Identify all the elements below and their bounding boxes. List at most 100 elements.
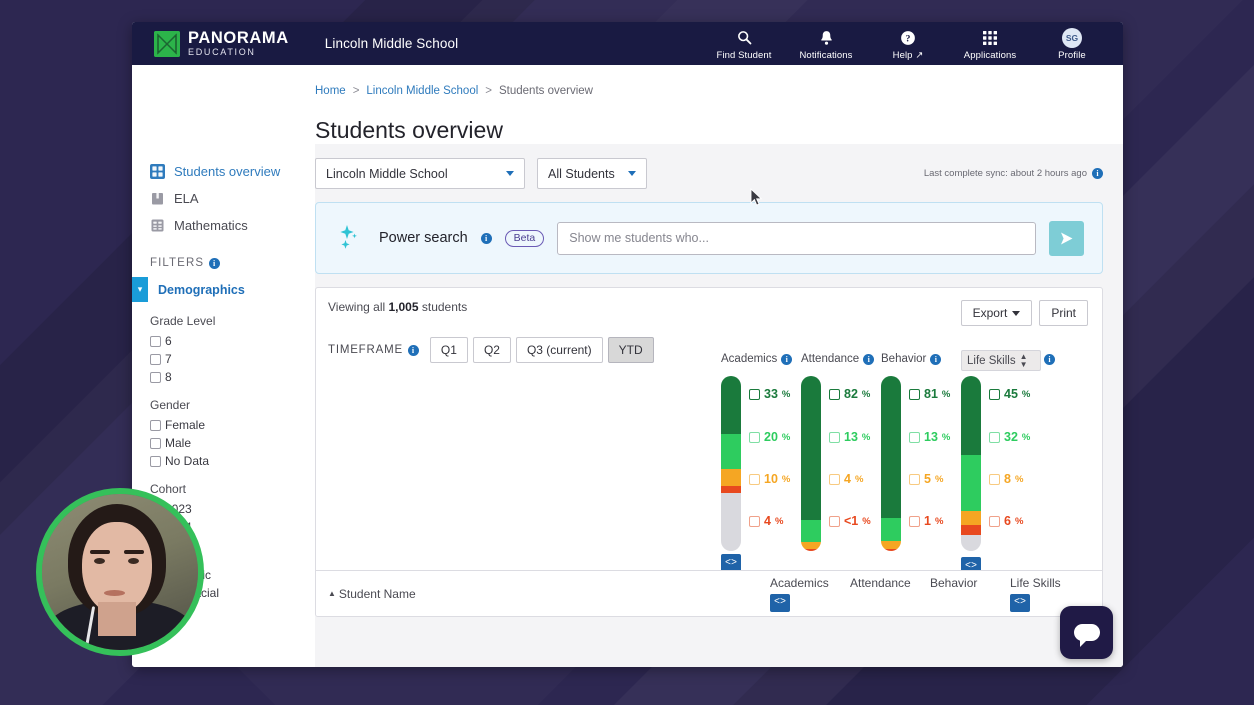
profile-button[interactable]: SG Profile <box>1031 26 1113 61</box>
timeframe-option-q3[interactable]: Q3 (current) <box>515 337 603 363</box>
checkbox[interactable] <box>749 388 760 400</box>
table-column-academics[interactable]: Academics <> <box>770 576 850 612</box>
filter-option-no-data[interactable]: No Data <box>150 452 315 470</box>
timeframe-option-q2[interactable]: Q2 <box>472 337 511 363</box>
logo-wordmark-primary: PANORAMA <box>188 29 289 48</box>
sidebar-item-students-overview[interactable]: Students overview <box>132 158 315 185</box>
demographics-section-toggle[interactable]: ▾ Demographics <box>132 277 315 302</box>
checkbox[interactable] <box>150 419 161 431</box>
info-icon[interactable]: i <box>407 344 419 356</box>
info-icon[interactable]: i <box>209 257 221 269</box>
filter-option-grade-6[interactable]: 6 <box>150 332 315 350</box>
checkbox[interactable] <box>829 515 840 527</box>
legend-row-watch[interactable]: 32 % <box>989 430 1030 444</box>
info-icon[interactable]: i <box>930 353 942 365</box>
checkbox[interactable] <box>989 388 1000 400</box>
legend-row-on-track[interactable]: 45 % <box>989 387 1030 401</box>
checkbox[interactable] <box>829 431 840 443</box>
power-search-input[interactable] <box>557 221 1036 255</box>
chat-widget-button[interactable] <box>1060 606 1113 659</box>
checkbox[interactable] <box>989 473 1000 485</box>
bar-segment-on-track <box>961 376 981 455</box>
sort-icon[interactable]: ▲ ▼ <box>1020 352 1028 369</box>
school-select[interactable]: Lincoln Middle School <box>315 158 525 189</box>
legend-row-watch[interactable]: 20 % <box>749 430 790 444</box>
checkbox[interactable] <box>150 353 161 365</box>
checkbox[interactable] <box>749 431 760 443</box>
filter-option-grade-7[interactable]: 7 <box>150 350 315 368</box>
legend-row-on-track[interactable]: 82 % <box>829 387 870 401</box>
stacked-bar-attendance[interactable] <box>801 376 821 551</box>
legend-row-at-risk[interactable]: 10 % <box>749 472 790 486</box>
stacked-bar-behavior[interactable] <box>881 376 901 551</box>
legend-row-at-risk[interactable]: 5 % <box>909 472 943 486</box>
legend-row-critical[interactable]: <1 % <box>829 514 871 528</box>
timeframe-option-q1[interactable]: Q1 <box>429 337 468 363</box>
sort-icon[interactable]: ▲ <box>328 589 336 598</box>
timeframe-option-ytd[interactable]: YTD <box>607 337 654 363</box>
table-column-behavior[interactable]: Behavior <box>930 576 1010 612</box>
metric-header-life-skills[interactable]: Life Skills ▲ ▼ <box>961 350 1041 371</box>
expand-icon-academics-table[interactable]: <> <box>770 593 790 612</box>
info-icon[interactable]: i <box>863 353 875 365</box>
checkbox[interactable] <box>150 455 161 467</box>
checkbox[interactable] <box>909 515 920 527</box>
expand-icon-life-skills-table[interactable]: <> <box>1010 593 1030 612</box>
bar-segment-no-data <box>721 493 741 551</box>
filter-option-grade-8[interactable]: 8 <box>150 368 315 386</box>
sidebar-item-ela-label: ELA <box>174 191 199 206</box>
legend-row-critical[interactable]: 6 % <box>989 514 1023 528</box>
info-icon[interactable]: i <box>480 232 492 244</box>
checkbox[interactable] <box>749 515 760 527</box>
checkbox[interactable] <box>749 473 760 485</box>
notifications-button[interactable]: Notifications <box>785 26 867 61</box>
stacked-bar-life-skills[interactable] <box>961 376 981 551</box>
filter-option-female[interactable]: Female <box>150 416 315 434</box>
legend-row-at-risk[interactable]: 8 % <box>989 472 1023 486</box>
power-search-send-button[interactable] <box>1049 220 1084 256</box>
info-icon[interactable]: i <box>781 353 793 365</box>
legend-row-watch[interactable]: 13 % <box>909 430 950 444</box>
breadcrumb-school[interactable]: Lincoln Middle School <box>366 85 478 97</box>
legend-row-watch[interactable]: 13 % <box>829 430 870 444</box>
help-button[interactable]: ? Help ↗ <box>867 26 949 61</box>
checkbox[interactable] <box>989 431 1000 443</box>
breadcrumb-home[interactable]: Home <box>315 85 346 97</box>
info-icon[interactable]: i <box>1044 354 1055 365</box>
checkbox[interactable] <box>829 388 840 400</box>
info-icon[interactable]: i <box>1092 168 1103 179</box>
top-navigation-bar: PANORAMA EDUCATION Lincoln Middle School… <box>132 22 1123 65</box>
students-select-value: All Students <box>548 166 615 181</box>
checkbox[interactable] <box>909 388 920 400</box>
legend-row-at-risk[interactable]: 4 % <box>829 472 863 486</box>
chevron-down-icon[interactable]: ▾ <box>132 277 148 302</box>
table-column-attendance[interactable]: Attendance <box>850 576 930 612</box>
students-select[interactable]: All Students <box>537 158 647 189</box>
sidebar-item-mathematics[interactable]: Mathematics <box>132 212 315 239</box>
checkbox[interactable] <box>150 371 161 383</box>
table-column-student-name[interactable]: ▲ Student Name <box>328 587 416 601</box>
checkbox[interactable] <box>829 473 840 485</box>
checkbox[interactable] <box>989 515 1000 527</box>
export-button[interactable]: Export <box>960 300 1033 326</box>
sidebar-item-ela[interactable]: ELA <box>132 185 315 212</box>
help-circle-icon: ? <box>867 28 949 47</box>
legend-row-on-track[interactable]: 81 % <box>909 387 950 401</box>
stacked-bar-academics[interactable] <box>721 376 741 551</box>
legend-row-critical[interactable]: 1 % <box>909 514 943 528</box>
find-student-button[interactable]: Find Student <box>703 26 785 61</box>
help-label: Help ↗ <box>892 50 924 61</box>
checkbox[interactable] <box>150 335 161 347</box>
print-button[interactable]: Print <box>1039 300 1088 326</box>
bar-segment-critical <box>961 524 981 536</box>
applications-button[interactable]: Applications <box>949 26 1031 61</box>
mouse-cursor <box>750 187 763 212</box>
legend-row-critical[interactable]: 4 % <box>749 514 783 528</box>
metric-columns: Academics i 33 % 20 % 10 % 4 % <> Attend… <box>711 350 1055 591</box>
checkbox[interactable] <box>909 473 920 485</box>
checkbox[interactable] <box>150 437 161 449</box>
filter-option-male[interactable]: Male <box>150 434 315 452</box>
panorama-logo[interactable]: PANORAMA EDUCATION <box>154 30 289 57</box>
legend-row-on-track[interactable]: 33 % <box>749 387 790 401</box>
checkbox[interactable] <box>909 431 920 443</box>
